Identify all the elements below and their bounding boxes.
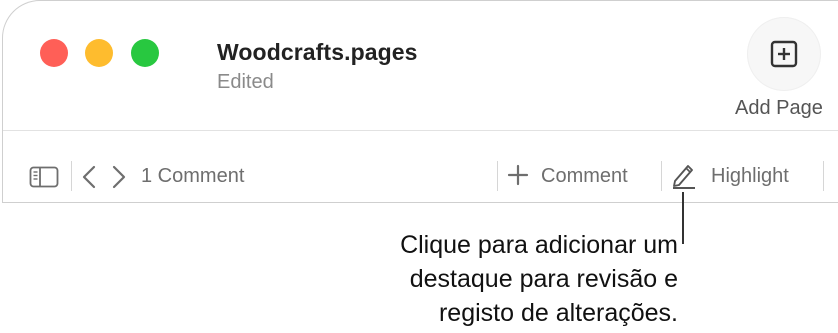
zoom-window-button[interactable] bbox=[131, 39, 159, 67]
highlight-button[interactable]: Highlight bbox=[671, 159, 811, 191]
add-page-label: Add Page bbox=[735, 97, 823, 119]
add-comment-button[interactable]: Comment bbox=[507, 161, 647, 191]
callout-line-3: registo de alterações. bbox=[438, 299, 678, 327]
plus-icon bbox=[507, 164, 529, 186]
toolbar-separator bbox=[661, 161, 662, 191]
callout-line bbox=[682, 192, 684, 244]
add-page-icon bbox=[769, 39, 799, 69]
callout-line-1: Clique para adicionar um bbox=[400, 231, 678, 259]
document-title[interactable]: Woodcrafts.pages bbox=[217, 39, 418, 66]
toolbar-separator bbox=[823, 161, 824, 191]
callout-line-2: destaque para revisão e bbox=[409, 265, 678, 293]
toolbar-divider bbox=[3, 130, 838, 131]
close-window-button[interactable] bbox=[40, 39, 68, 67]
add-page-button[interactable] bbox=[747, 17, 821, 91]
toolbar-separator bbox=[71, 161, 72, 191]
callout-text: Clique para adicionar um destaque para r… bbox=[400, 228, 678, 330]
chevron-left-icon[interactable] bbox=[82, 165, 96, 189]
minimize-window-button[interactable] bbox=[85, 39, 113, 67]
pencil-icon bbox=[671, 161, 697, 189]
toolbar-separator bbox=[497, 161, 498, 191]
chevron-right-icon[interactable] bbox=[112, 165, 126, 189]
comment-count: 1 Comment bbox=[141, 165, 245, 187]
sidebar-icon[interactable] bbox=[29, 166, 59, 188]
add-comment-label: Comment bbox=[541, 165, 628, 187]
highlight-label: Highlight bbox=[711, 165, 789, 187]
app-window: Woodcrafts.pages Edited Add Page 1 Comme… bbox=[2, 0, 838, 203]
document-status: Edited bbox=[217, 71, 274, 93]
